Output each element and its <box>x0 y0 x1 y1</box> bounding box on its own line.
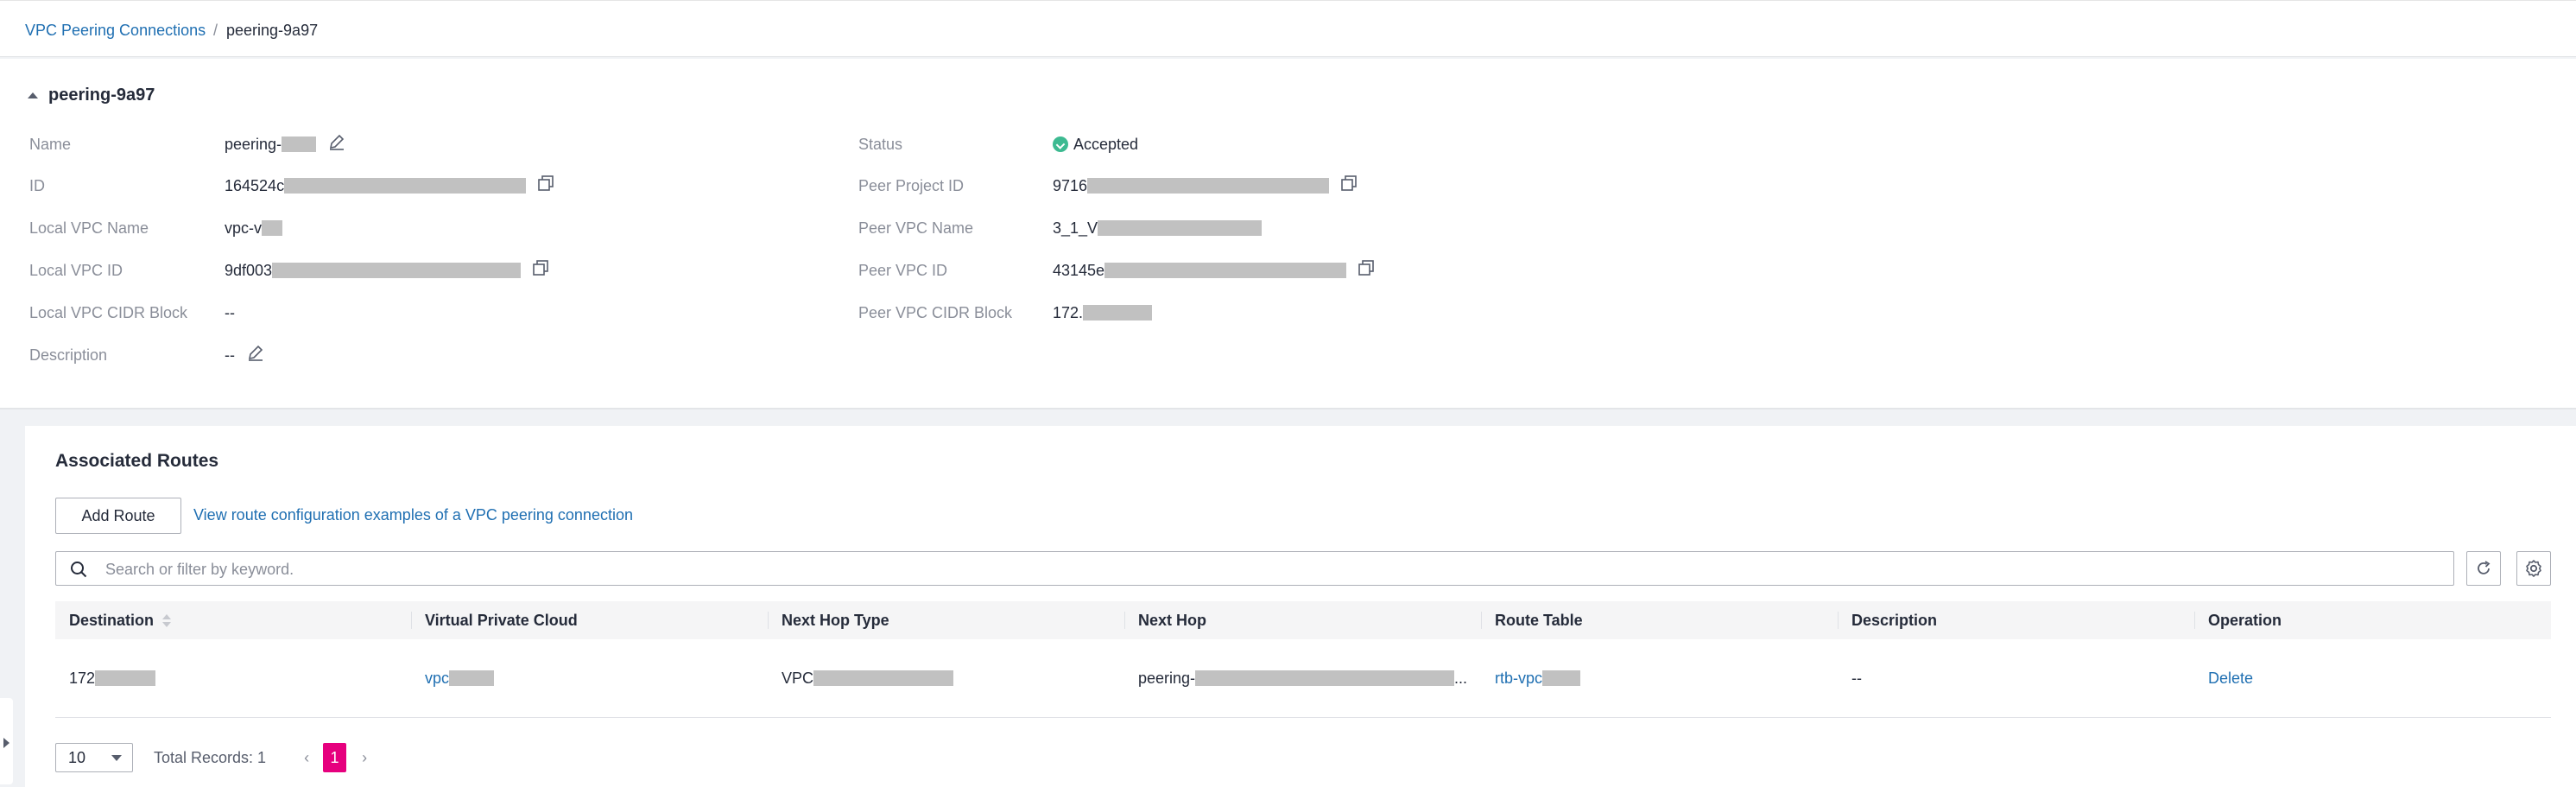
sort-icon[interactable] <box>162 613 172 627</box>
local-vpc-name-value-row: vpc-v <box>225 218 283 238</box>
cell-vpc[interactable]: vpc <box>411 639 768 717</box>
description-row: Description <box>29 345 107 365</box>
search-filter-box[interactable] <box>55 551 2454 586</box>
description-value-row: -- <box>225 345 264 365</box>
breadcrumb-current: peering-9a97 <box>226 22 319 39</box>
id-value: 164524c <box>225 175 527 196</box>
breadcrumb-vpc-peering-link[interactable]: VPC Peering Connections <box>25 22 206 40</box>
col-next-hop: Next Hop <box>1124 601 1481 639</box>
status-label: Status <box>858 136 903 153</box>
name-label: Name <box>29 136 72 153</box>
detail-title: peering-9a97 <box>48 86 155 105</box>
peer-vpc-cidr-row: Peer VPC CIDR Block <box>858 302 1012 323</box>
breadcrumb: VPC Peering Connections / peering-9a97 <box>0 0 2576 57</box>
delete-route-link[interactable]: Delete <box>2208 670 2253 688</box>
route-examples-link[interactable]: View route configuration examples of a V… <box>193 506 633 524</box>
peer-vpc-id-value-row: 43145e <box>1053 260 1374 281</box>
peer-vpc-name-label: Peer VPC Name <box>858 219 974 237</box>
local-vpc-cidr-row: Local VPC CIDR Block <box>29 302 187 323</box>
col-destination[interactable]: Destination <box>55 601 411 639</box>
col-operation: Operation <box>2194 601 2551 639</box>
page-size-value: 10 <box>68 748 86 766</box>
id-label: ID <box>29 177 45 194</box>
settings-button[interactable] <box>2516 551 2551 586</box>
peer-vpc-id-value: 43145e <box>1053 260 1347 281</box>
local-vpc-cidr-label: Local VPC CIDR Block <box>29 304 188 321</box>
gear-icon <box>2526 560 2541 577</box>
detail-section-header[interactable]: peering-9a97 <box>28 86 155 105</box>
description-label: Description <box>29 346 108 364</box>
cell-route-table[interactable]: rtb-vpc <box>1481 639 1838 717</box>
peer-vpc-cidr-label: Peer VPC CIDR Block <box>858 304 1013 321</box>
pagination: 10 Total Records: 1 ‹ 1 › <box>55 743 367 772</box>
local-vpc-cidr-value-row: -- <box>225 302 235 323</box>
peer-vpc-name-row: Peer VPC Name <box>858 218 973 238</box>
local-vpc-id-label: Local VPC ID <box>29 262 123 279</box>
cell-operation: Delete <box>2194 639 2551 717</box>
local-vpc-cidr-value: -- <box>225 304 235 321</box>
status-value: Accepted <box>1073 136 1139 153</box>
next-page-icon[interactable]: › <box>362 749 367 767</box>
peer-project-id-row: Peer Project ID <box>858 175 964 196</box>
id-row: ID <box>29 175 45 196</box>
prev-page-icon[interactable]: ‹ <box>304 749 309 767</box>
status-row: Status <box>858 134 902 155</box>
cell-destination: 172 <box>55 639 411 717</box>
search-input[interactable] <box>104 557 2439 581</box>
add-route-button[interactable]: Add Route <box>55 498 181 534</box>
peer-vpc-id-row: Peer VPC ID <box>858 260 947 281</box>
associated-routes-panel: Associated Routes Add Route View route c… <box>25 426 2576 787</box>
peer-vpc-id-label: Peer VPC ID <box>858 262 948 279</box>
routes-table-header: Destination Virtual Private Cloud Next H… <box>55 601 2551 639</box>
cell-next-hop: peering-... <box>1138 669 1468 687</box>
chevron-down-icon <box>111 754 122 761</box>
refresh-icon <box>2478 561 2491 574</box>
name-value: peering- <box>225 134 317 155</box>
side-expand-handle[interactable] <box>0 698 13 784</box>
id-value-row: 164524c <box>225 175 554 196</box>
breadcrumb-separator: / <box>213 22 218 39</box>
peer-vpc-name-value: 3_1_V <box>1053 218 1263 238</box>
total-records: Total Records: 1 <box>154 748 267 766</box>
cell-description: -- <box>1851 669 1862 687</box>
status-accepted-icon <box>1053 136 1068 152</box>
peer-project-id-value-row: 9716 <box>1053 175 1357 196</box>
peer-project-id-label: Peer Project ID <box>858 177 965 194</box>
collapse-caret-icon[interactable] <box>28 92 38 98</box>
peering-detail-panel: peering-9a97 Name peering- ID 164524c Lo… <box>0 59 2576 409</box>
copy-peer-vpc-id-icon[interactable] <box>1358 260 1374 281</box>
local-vpc-id-value: 9df003 <box>225 260 522 281</box>
local-vpc-id-row: Local VPC ID <box>29 260 123 281</box>
local-vpc-name-row: Local VPC Name <box>29 218 149 238</box>
copy-id-icon[interactable] <box>538 175 554 196</box>
col-description: Description <box>1838 601 2194 639</box>
routes-table: Destination Virtual Private Cloud Next H… <box>55 601 2551 718</box>
name-value-row: peering- <box>225 134 345 155</box>
col-route-table: Route Table <box>1481 601 1838 639</box>
description-value: -- <box>225 346 235 364</box>
status-value-row: Accepted <box>1053 134 1138 155</box>
page-button-current[interactable]: 1 <box>323 743 347 772</box>
associated-routes-title: Associated Routes <box>55 451 219 471</box>
expand-arrow-icon <box>3 738 9 748</box>
local-vpc-name-label: Local VPC Name <box>29 219 149 237</box>
peer-vpc-name-value-row: 3_1_V <box>1053 218 1263 238</box>
refresh-button[interactable] <box>2466 551 2501 586</box>
search-icon <box>70 561 87 582</box>
copy-local-vpc-id-icon[interactable] <box>533 260 548 281</box>
local-vpc-name-value: vpc-v <box>225 218 283 238</box>
name-row: Name <box>29 134 71 155</box>
col-virtual-private-cloud: Virtual Private Cloud <box>411 601 768 639</box>
page-size-select[interactable]: 10 <box>55 743 133 772</box>
edit-description-icon[interactable] <box>247 344 264 366</box>
edit-name-icon[interactable] <box>328 133 345 155</box>
cell-next-hop-type: VPC <box>768 639 1124 717</box>
peer-project-id-value: 9716 <box>1053 175 1330 196</box>
local-vpc-id-value-row: 9df003 <box>225 260 548 281</box>
peer-vpc-cidr-value: 172. <box>1053 302 1153 323</box>
table-row: 172 vpc VPC peering-... rtb-vpc -- Delet… <box>55 639 2551 718</box>
peer-vpc-cidr-value-row: 172. <box>1053 302 1153 323</box>
col-next-hop-type: Next Hop Type <box>768 601 1124 639</box>
copy-peer-project-id-icon[interactable] <box>1341 175 1357 196</box>
